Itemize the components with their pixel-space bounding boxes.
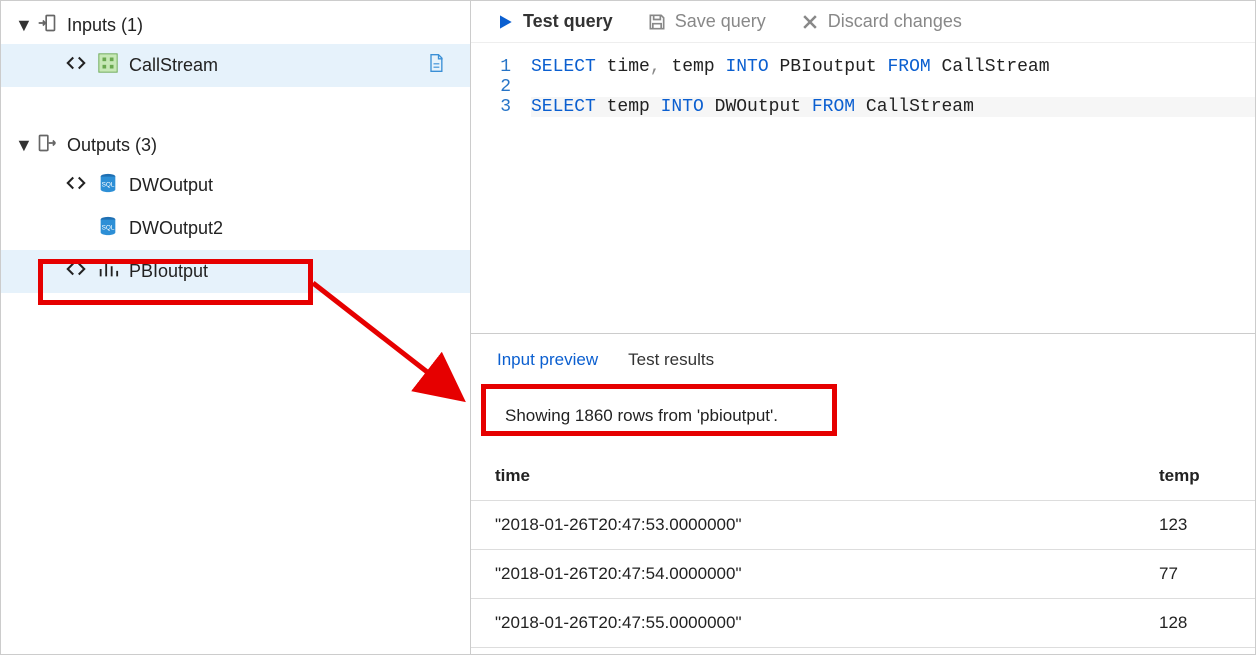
tree-item-label: DWOutput2 <box>129 218 223 239</box>
pbi-icon <box>97 258 119 285</box>
output-section-icon <box>37 133 57 158</box>
caret-down-icon: ▼ <box>15 135 27 156</box>
main-panel: Test query Save query Discard changes 1S… <box>471 1 1255 654</box>
results-table: time temp "2018-01-26T20:47:53.0000000"1… <box>471 452 1255 648</box>
table-row[interactable]: "2018-01-26T20:47:53.0000000"123 <box>471 501 1255 550</box>
cell-time: "2018-01-26T20:47:53.0000000" <box>471 501 1135 550</box>
code-icon <box>65 52 87 79</box>
sidebar: ▼ Inputs (1) CallStream ▼ Outputs <box>1 1 471 654</box>
stream-icon <box>97 52 119 79</box>
outputs-label: Outputs (3) <box>67 135 157 156</box>
col-header-time[interactable]: time <box>471 452 1135 501</box>
output-item-dwoutput[interactable]: SQL DWOutput <box>1 164 470 207</box>
tree-item-label: DWOutput <box>129 175 213 196</box>
code-icon <box>65 258 87 285</box>
close-icon <box>800 12 820 32</box>
discard-label: Discard changes <box>828 11 962 32</box>
code-editor[interactable]: 1SELECT time, temp INTO PBIoutput FROM C… <box>471 43 1255 333</box>
file-icon[interactable] <box>426 53 446 78</box>
tab-input-preview[interactable]: Input preview <box>495 346 600 380</box>
sql-icon: SQL <box>97 172 119 199</box>
tree-item-label: CallStream <box>129 55 218 76</box>
outputs-section-header[interactable]: ▼ Outputs (3) <box>1 127 470 164</box>
results-tabs: Input preview Test results <box>471 334 1255 392</box>
svg-text:SQL: SQL <box>102 182 115 189</box>
discard-changes-button[interactable]: Discard changes <box>800 11 962 32</box>
caret-down-icon: ▼ <box>15 15 27 36</box>
cell-temp: 128 <box>1135 599 1255 648</box>
test-query-label: Test query <box>523 11 613 32</box>
toolbar: Test query Save query Discard changes <box>471 1 1255 43</box>
table-row[interactable]: "2018-01-26T20:47:54.0000000"77 <box>471 550 1255 599</box>
save-query-label: Save query <box>675 11 766 32</box>
save-query-button[interactable]: Save query <box>647 11 766 32</box>
svg-text:SQL: SQL <box>102 225 115 232</box>
input-item-callstream[interactable]: CallStream <box>1 44 470 87</box>
tab-test-results[interactable]: Test results <box>626 346 716 380</box>
test-query-button[interactable]: Test query <box>495 11 613 32</box>
cell-time: "2018-01-26T20:47:55.0000000" <box>471 599 1135 648</box>
tree-item-label: PBIoutput <box>129 261 208 282</box>
cell-temp: 77 <box>1135 550 1255 599</box>
table-row[interactable]: "2018-01-26T20:47:55.0000000"128 <box>471 599 1255 648</box>
code-icon <box>65 172 87 199</box>
inputs-label: Inputs (1) <box>67 15 143 36</box>
app-frame: ▼ Inputs (1) CallStream ▼ Outputs <box>0 0 1256 655</box>
results-panel: Input preview Test results Showing 1860 … <box>471 333 1255 648</box>
cell-temp: 123 <box>1135 501 1255 550</box>
inputs-section-header[interactable]: ▼ Inputs (1) <box>1 7 470 44</box>
output-item-dwoutput2[interactable]: SQL DWOutput2 <box>1 207 470 250</box>
input-section-icon <box>37 13 57 38</box>
save-icon <box>647 12 667 32</box>
cell-time: "2018-01-26T20:47:54.0000000" <box>471 550 1135 599</box>
sql-icon: SQL <box>97 215 119 242</box>
showing-rows-text: Showing 1860 rows from 'pbioutput'. <box>495 392 1231 440</box>
output-item-pbioutput[interactable]: PBIoutput <box>1 250 470 293</box>
play-icon <box>495 12 515 32</box>
col-header-temp[interactable]: temp <box>1135 452 1255 501</box>
